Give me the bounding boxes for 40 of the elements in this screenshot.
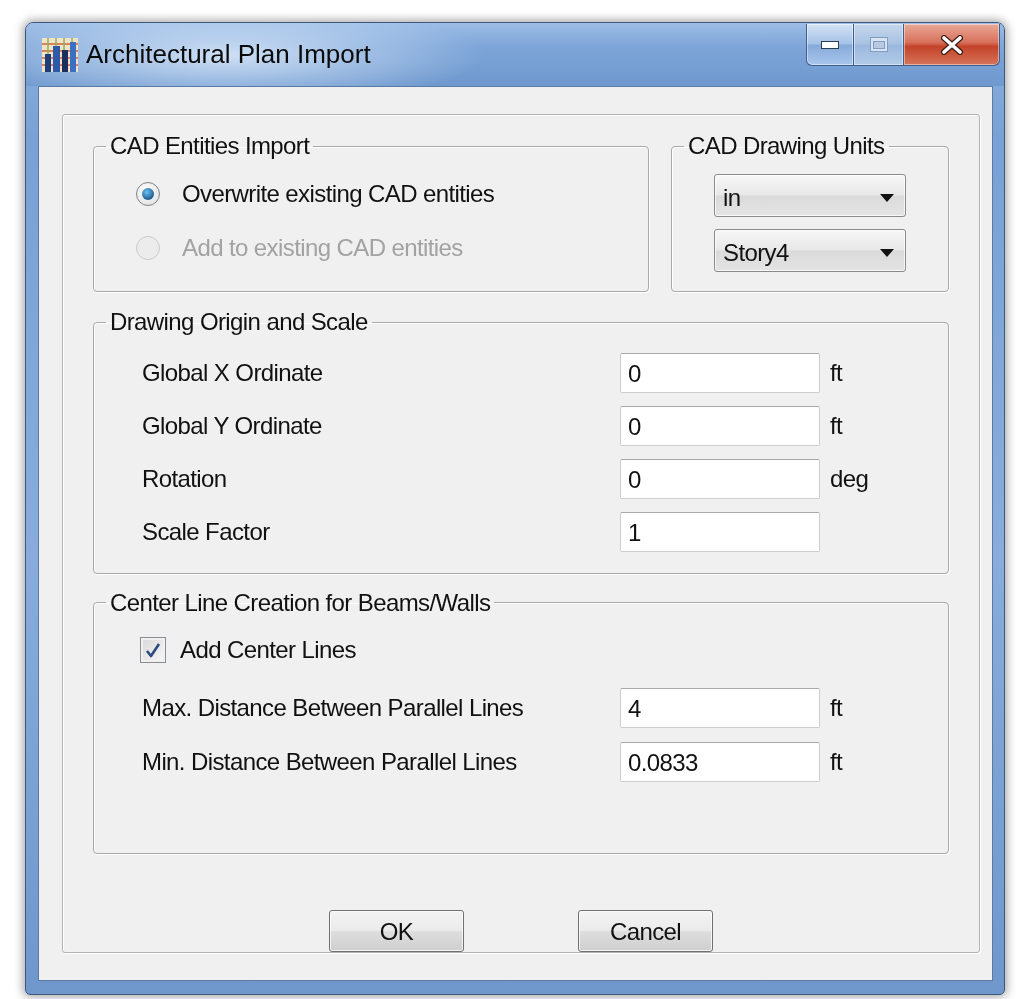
field-label: Global X Ordinate xyxy=(142,359,323,387)
radio-label: Add to existing CAD entities xyxy=(182,234,463,262)
checkbox[interactable] xyxy=(140,636,166,663)
close-button[interactable] xyxy=(904,24,1000,66)
group-title: Drawing Origin and Scale xyxy=(109,308,369,336)
text-input[interactable]: 4 xyxy=(620,687,820,728)
checkbox-label: Add Center Lines xyxy=(180,635,356,664)
unit-label: ft xyxy=(830,747,843,776)
caret-down-icon xyxy=(880,248,894,257)
group-title: CAD Entities Import xyxy=(109,132,311,160)
unit-label: ft xyxy=(830,359,843,387)
radio-label: Overwrite existing CAD entities xyxy=(182,180,495,208)
radio-button[interactable] xyxy=(136,182,160,206)
dropdown[interactable]: in xyxy=(714,174,906,217)
unit-label: ft xyxy=(830,693,843,722)
group-title: CAD Drawing Units xyxy=(687,132,886,160)
unit-label: deg xyxy=(830,465,869,493)
field-label: Scale Factor xyxy=(142,518,270,546)
checkmark-icon xyxy=(145,641,161,658)
dropdown[interactable]: Story4 xyxy=(714,229,906,272)
field-label: Min. Distance Between Parallel Lines xyxy=(142,747,517,776)
buildings-icon xyxy=(42,37,78,72)
field-label: Global Y Ordinate xyxy=(142,412,322,440)
text-input[interactable]: 0 xyxy=(620,459,820,499)
window-title: Architectural Plan Import xyxy=(86,39,371,70)
minimize-button[interactable] xyxy=(806,24,854,66)
field-label: Max. Distance Between Parallel Lines xyxy=(142,693,524,722)
text-input[interactable]: 1 xyxy=(620,512,820,552)
text-input[interactable]: 0.0833 xyxy=(620,741,820,782)
unit-label: ft xyxy=(830,412,843,440)
field-label: Rotation xyxy=(142,465,227,493)
maximize-icon xyxy=(869,37,888,52)
cancel-button[interactable]: Cancel xyxy=(578,910,713,952)
ok-button[interactable]: OK xyxy=(329,910,464,952)
text-input[interactable]: 0 xyxy=(620,353,820,393)
caret-down-icon xyxy=(880,193,894,202)
text-input[interactable]: 0 xyxy=(620,406,820,446)
minimize-icon xyxy=(821,40,839,49)
group-title: Center Line Creation for Beams/Walls xyxy=(109,588,492,617)
close-icon xyxy=(940,34,963,55)
